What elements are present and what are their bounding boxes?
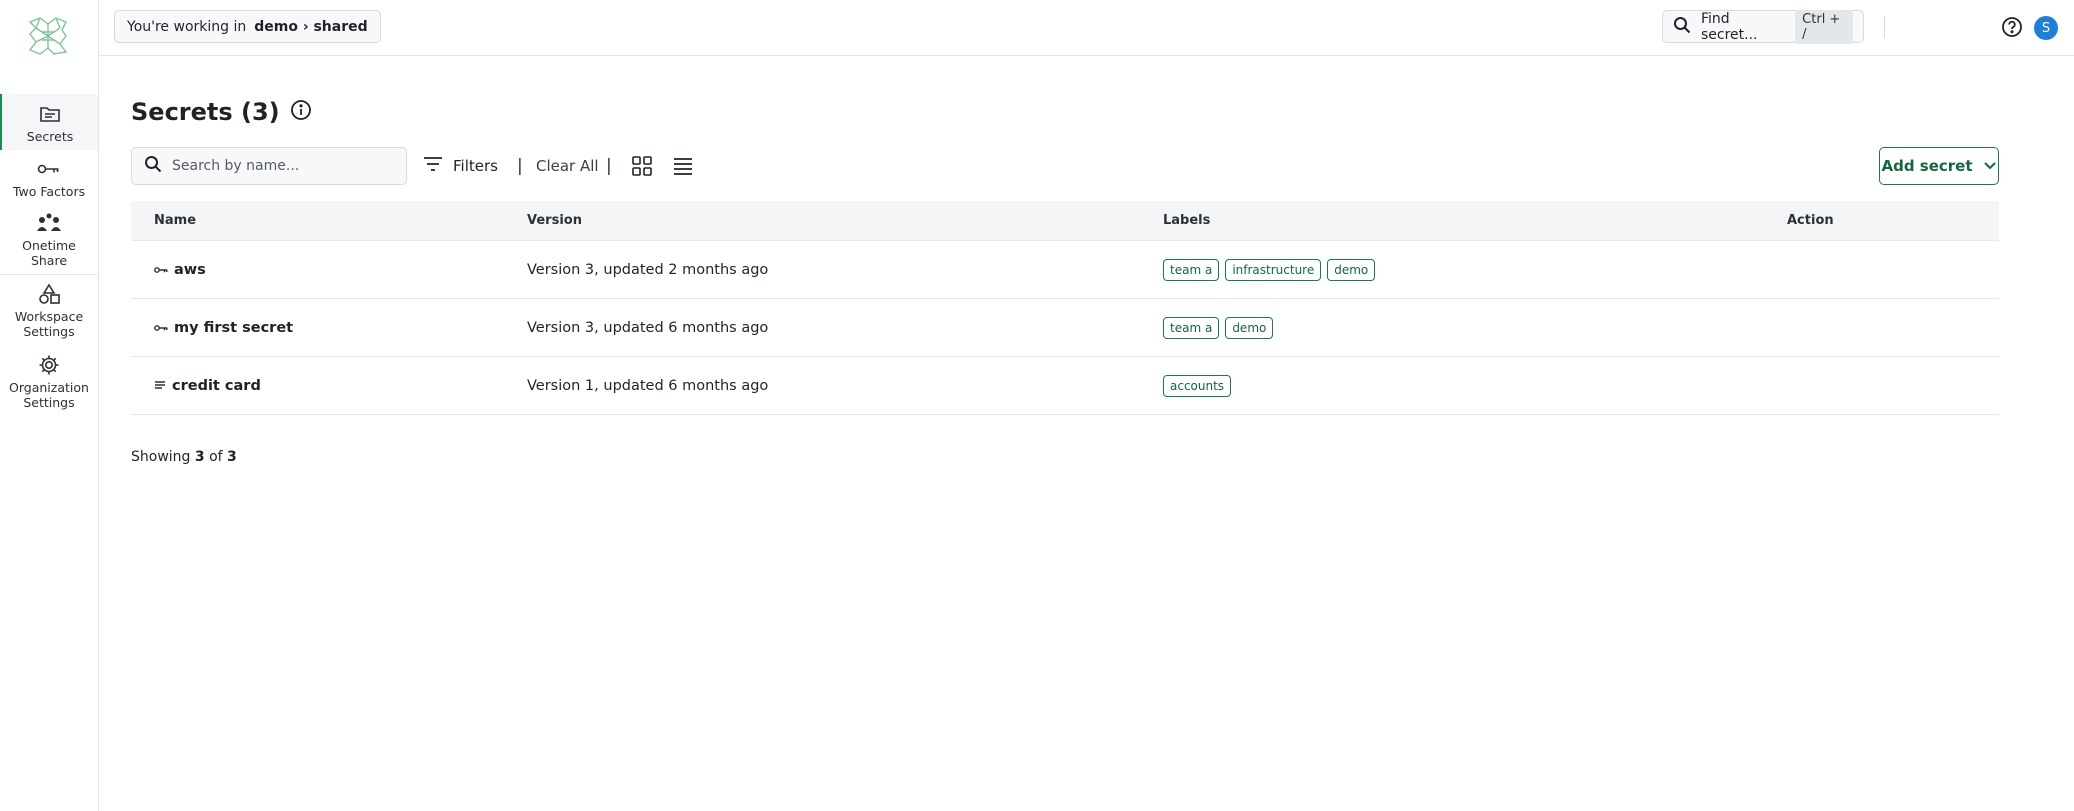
secret-name-cell: my first secret xyxy=(131,320,527,336)
lines-icon xyxy=(154,378,166,394)
secret-labels: team a infrastructure demo xyxy=(1163,258,1787,281)
label-tag[interactable]: accounts xyxy=(1163,374,1232,397)
table-row[interactable]: credit card Version 1, updated 6 months … xyxy=(131,357,1999,415)
showing-prefix: Showing xyxy=(131,449,191,465)
filters-button[interactable]: Filters xyxy=(423,147,498,185)
key-icon xyxy=(154,262,168,278)
label-tag[interactable]: demo xyxy=(1225,316,1274,339)
search-icon xyxy=(1673,16,1691,38)
help-icon[interactable] xyxy=(1999,14,2025,40)
avatar[interactable]: S xyxy=(2034,16,2058,40)
sidebar-item-workspace-settings[interactable]: Workspace Settings xyxy=(0,275,98,345)
sidebar: Secrets Two Factors Onetime Share Worksp… xyxy=(0,0,99,811)
secret-name-cell: aws xyxy=(131,262,527,278)
sidebar-item-label: Workspace Settings xyxy=(14,309,84,339)
filters-label: Filters xyxy=(453,157,498,175)
label-tag[interactable]: team a xyxy=(1163,316,1220,339)
list-view-icon[interactable] xyxy=(672,155,694,177)
search-box xyxy=(131,147,407,185)
showing-total: 3 xyxy=(227,449,237,465)
key-icon xyxy=(154,320,168,336)
toolbar-separator: | xyxy=(606,156,612,176)
toolbar-separator: | xyxy=(517,156,523,176)
sidebar-item-label: Secrets xyxy=(26,128,74,144)
toolbar: Filters | Clear All | Add secret xyxy=(131,147,1999,185)
secret-version: Version 1, updated 6 months ago xyxy=(527,377,769,394)
search-input[interactable] xyxy=(172,158,392,174)
header-divider xyxy=(1884,16,1885,38)
label-tag[interactable]: team a xyxy=(1163,258,1220,281)
shapes-icon xyxy=(36,281,62,307)
secret-name[interactable]: credit card xyxy=(172,378,261,394)
sidebar-item-organization-settings[interactable]: Organization Settings xyxy=(0,345,98,417)
context-prefix: You're working in xyxy=(127,18,247,35)
search-icon xyxy=(144,155,162,177)
secret-version: Version 3, updated 6 months ago xyxy=(527,319,769,336)
sidebar-item-onetime-share[interactable]: Onetime Share xyxy=(0,204,98,274)
info-icon[interactable] xyxy=(290,99,312,125)
add-secret-button[interactable]: Add secret xyxy=(1879,147,1999,185)
sidebar-nav: Secrets Two Factors Onetime Share Worksp… xyxy=(0,94,98,417)
page-header: Secrets (3) xyxy=(131,98,312,126)
label-tag[interactable]: demo xyxy=(1327,258,1376,281)
secret-name-cell: credit card xyxy=(131,378,527,394)
find-secret-label: Find secret... xyxy=(1701,10,1758,43)
clear-all-button[interactable]: Clear All xyxy=(536,147,599,185)
filter-icon xyxy=(423,156,443,176)
folder-icon xyxy=(37,101,63,127)
workspace-context[interactable]: You're working in demo › shared xyxy=(114,10,381,43)
secret-labels: accounts xyxy=(1163,374,1787,397)
secret-name[interactable]: my first secret xyxy=(174,320,293,336)
page-title: Secrets (3) xyxy=(131,98,280,126)
sidebar-item-label: Two Factors xyxy=(12,183,86,199)
sidebar-item-two-factors[interactable]: Two Factors xyxy=(0,150,98,204)
keyboard-shortcut: Ctrl + / xyxy=(1795,9,1853,44)
secrets-table: Name Version Labels Action aws Version 3… xyxy=(131,201,1999,415)
chevron-down-icon xyxy=(1983,157,1997,175)
add-secret-label: Add secret xyxy=(1881,157,1973,175)
secret-version: Version 3, updated 2 months ago xyxy=(527,261,769,278)
table-row[interactable]: my first secret Version 3, updated 6 mon… xyxy=(131,299,1999,357)
sidebar-item-label: Onetime Share xyxy=(22,238,76,268)
table-row[interactable]: aws Version 3, updated 2 months ago team… xyxy=(131,241,1999,299)
grid-view-icon[interactable] xyxy=(631,155,653,177)
sidebar-item-secrets[interactable]: Secrets xyxy=(0,94,98,150)
showing-count: 3 xyxy=(194,449,205,465)
label-tag[interactable]: infrastructure xyxy=(1225,258,1322,281)
showing-of: of xyxy=(209,449,223,465)
column-header-action: Action xyxy=(1787,213,1834,228)
column-header-labels: Labels xyxy=(1163,213,1211,228)
share-icon xyxy=(36,210,62,236)
secret-labels: team a demo xyxy=(1163,316,1787,339)
find-secret-button[interactable]: Find secret... Ctrl + / xyxy=(1662,9,1864,44)
key-icon xyxy=(36,156,62,182)
gear-icon xyxy=(36,352,62,378)
column-header-name: Name xyxy=(154,213,197,228)
result-count: Showing 3 of 3 xyxy=(131,449,237,465)
sidebar-item-label: Organization Settings xyxy=(9,380,89,410)
table-header: Name Version Labels Action xyxy=(131,201,1999,241)
secret-name[interactable]: aws xyxy=(174,262,206,278)
context-path: demo › shared xyxy=(254,18,368,35)
column-header-version: Version xyxy=(527,213,582,228)
app-logo[interactable] xyxy=(26,14,70,58)
